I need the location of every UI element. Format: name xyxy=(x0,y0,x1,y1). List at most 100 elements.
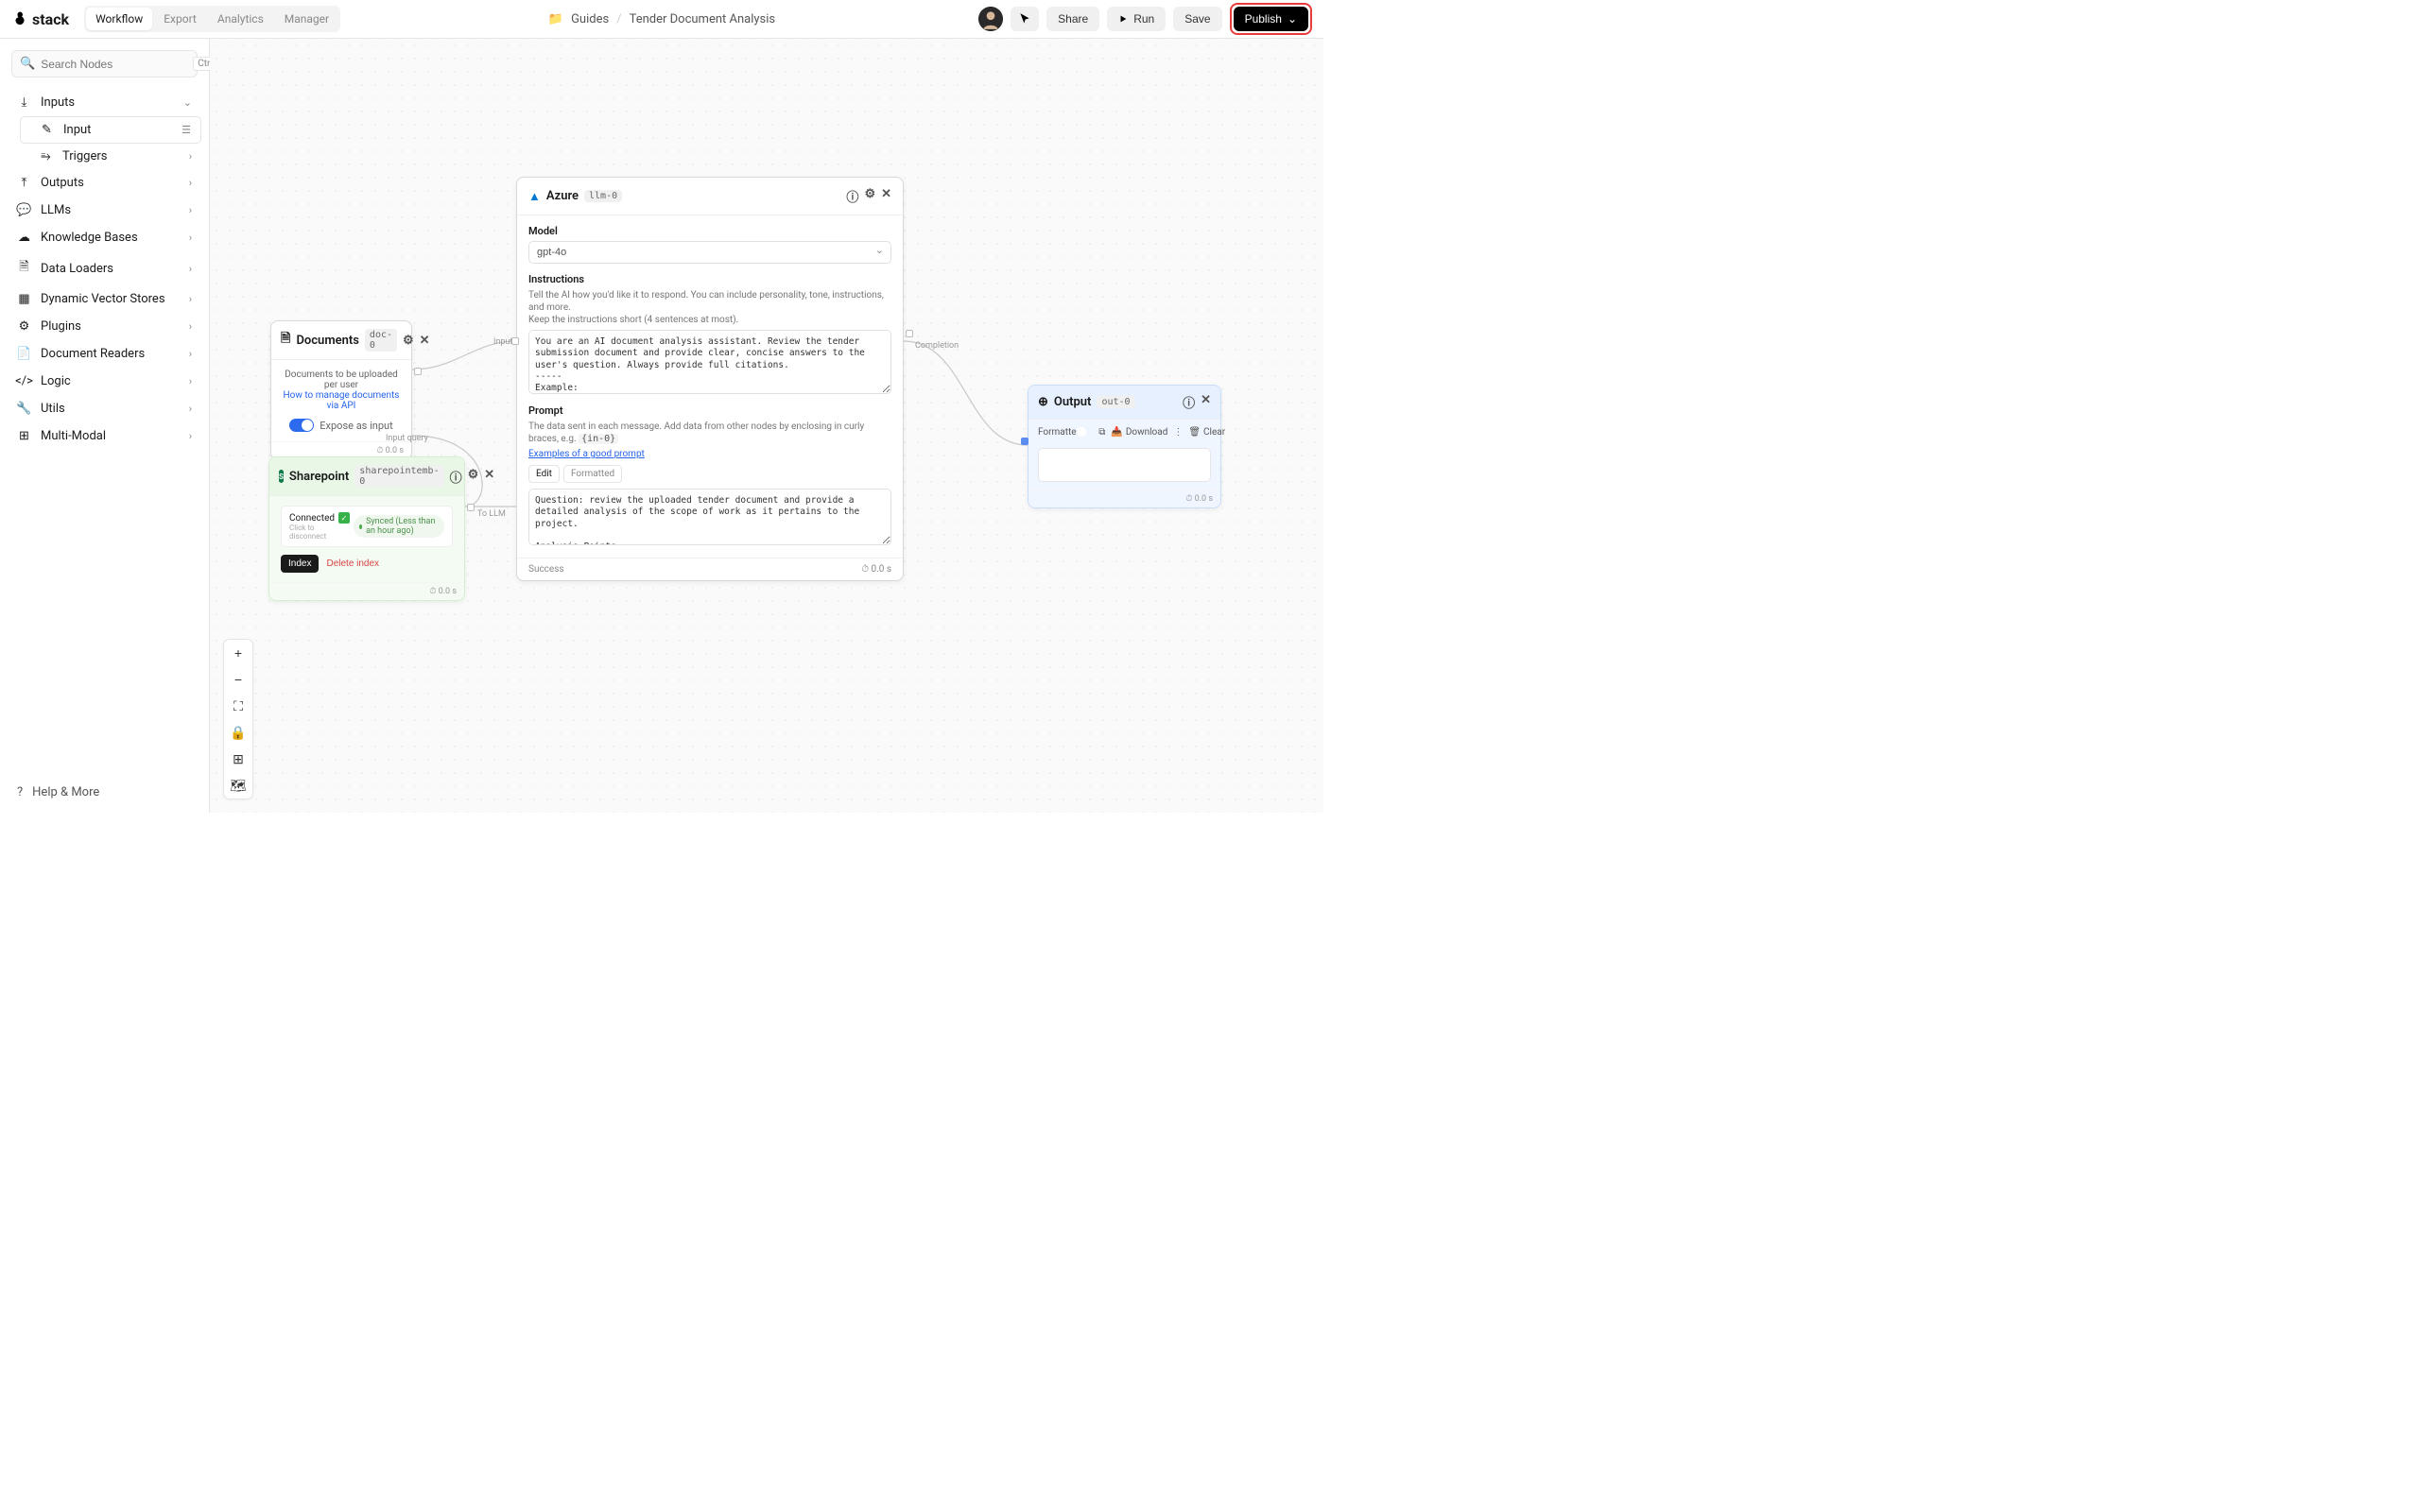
publish-button[interactable]: Publish ⌄ xyxy=(1234,7,1308,31)
publish-highlight: Publish ⌄ xyxy=(1230,3,1312,35)
azure-node[interactable]: ▲ Azure llm-0 ⓘ ⚙ ✕ Model gpt-4o Instruc… xyxy=(516,177,904,581)
port-dot[interactable] xyxy=(414,368,422,375)
node-time: ⏱ 0.0 s xyxy=(376,446,404,455)
sharepoint-icon: S xyxy=(279,470,284,483)
breadcrumb-folder[interactable]: Guides xyxy=(571,12,609,26)
port-dot[interactable] xyxy=(467,504,475,511)
sidebar-dvs[interactable]: ▦Dynamic Vector Stores› xyxy=(8,285,201,313)
zoom-out-button[interactable]: − xyxy=(224,666,252,693)
copy-icon[interactable]: ⧉ xyxy=(1098,427,1105,438)
fit-button[interactable]: ⛶ xyxy=(224,693,252,719)
check-icon: ✓ xyxy=(338,512,350,524)
node-title: Documents xyxy=(296,334,358,348)
help-link[interactable]: ? Help & More xyxy=(0,772,209,813)
clear-button[interactable]: 🗑 Clear xyxy=(1188,427,1225,438)
delete-index-button[interactable]: Delete index xyxy=(326,558,379,569)
prompt-help: The data sent in each message. Add data … xyxy=(528,421,891,445)
map-button[interactable]: 🗺 xyxy=(224,772,252,799)
sidebar-dataloaders[interactable]: 🗎Data Loaders› xyxy=(8,251,201,285)
download-button[interactable]: 📥 Download xyxy=(1111,427,1167,438)
save-button[interactable]: Save xyxy=(1173,7,1221,31)
breadcrumb: 📁 Guides / Tender Document Analysis xyxy=(548,12,775,26)
sidebar-input[interactable]: ✎Input☰ xyxy=(20,116,201,144)
sync-badge: Synced (Less than an hour ago) xyxy=(354,515,444,538)
prompt-textarea[interactable]: Question: review the uploaded tender doc… xyxy=(528,489,891,545)
user-avatar[interactable] xyxy=(978,7,1003,31)
sharepoint-node[interactable]: S Sharepoint sharepointemb-0 ⓘ ⚙ ✕ Conne… xyxy=(268,456,465,601)
breadcrumb-page[interactable]: Tender Document Analysis xyxy=(630,12,776,26)
port-dot[interactable] xyxy=(1021,438,1028,445)
sidebar-logic[interactable]: </>Logic› xyxy=(8,368,201,395)
breadcrumb-sep: / xyxy=(616,12,621,26)
info-icon[interactable]: ⓘ xyxy=(846,187,858,205)
instructions-textarea[interactable]: You are an AI document analysis assistan… xyxy=(528,330,891,394)
prompt-tab-edit[interactable]: Edit xyxy=(528,465,560,483)
sidebar-inputs[interactable]: ⤓Inputs⌄ xyxy=(8,89,201,116)
file-icon: 🗎 xyxy=(281,330,290,351)
tab-manager[interactable]: Manager xyxy=(275,8,338,30)
topbar-actions: Share Run Save Publish ⌄ xyxy=(978,3,1312,35)
gear-icon[interactable]: ⚙ xyxy=(864,187,875,205)
app-logo[interactable]: stack xyxy=(11,10,69,28)
node-desc: Documents to be uploaded per user xyxy=(283,369,400,390)
share-button[interactable]: Share xyxy=(1046,7,1099,31)
pencil-icon: ✎ xyxy=(40,123,54,137)
lock-button[interactable]: 🔒 xyxy=(224,719,252,746)
search-icon: 🔍 xyxy=(20,57,35,71)
zoom-controls: + − ⛶ 🔒 ⊞ 🗺 xyxy=(223,639,253,799)
node-time: ⏱ 0.0 s xyxy=(1185,494,1213,504)
expose-toggle[interactable] xyxy=(289,419,314,432)
view-tabs: Workflow Export Analytics Manager xyxy=(84,6,340,32)
instructions-label: Instructions xyxy=(528,273,891,285)
workflow-canvas[interactable]: 🗎 Documents doc-0 ⚙ ✕ Documents to be up… xyxy=(210,39,1323,813)
file-icon: 🗎 xyxy=(17,258,31,279)
zoom-in-button[interactable]: + xyxy=(224,640,252,666)
info-icon[interactable]: ⓘ xyxy=(1183,393,1195,411)
prompt-tab-formatted[interactable]: Formatted xyxy=(563,465,622,483)
search-box[interactable]: 🔍 CtrlK xyxy=(11,50,198,77)
node-tag: llm-0 xyxy=(584,190,622,202)
grid-icon: ▦ xyxy=(17,292,31,306)
sidebar-outputs[interactable]: ⤒Outputs› xyxy=(8,169,201,197)
document-icon: 📄 xyxy=(17,347,31,361)
tab-workflow[interactable]: Workflow xyxy=(86,8,152,30)
prompt-examples-link[interactable]: Examples of a good prompt xyxy=(528,449,891,459)
cursor-tool-button[interactable] xyxy=(1011,7,1039,31)
sidebar-kb[interactable]: ☁Knowledge Bases› xyxy=(8,224,201,251)
doc-api-link[interactable]: How to manage documents via API xyxy=(283,390,400,411)
close-icon[interactable]: ✕ xyxy=(1201,393,1211,411)
model-select[interactable]: gpt-4o xyxy=(528,241,891,264)
play-icon xyxy=(1118,14,1128,24)
close-icon[interactable]: ✕ xyxy=(420,334,430,348)
output-content xyxy=(1038,448,1211,482)
grid-button[interactable]: ⊞ xyxy=(224,746,252,772)
info-icon[interactable]: ⓘ xyxy=(450,468,462,486)
sidebar-multimodal[interactable]: ⊞Multi-Modal› xyxy=(8,422,201,450)
sidebar-llms[interactable]: 💬LLMs› xyxy=(8,197,201,224)
index-button[interactable]: Index xyxy=(281,555,319,573)
gear-icon[interactable]: ⚙ xyxy=(468,468,479,486)
sidebar: 🔍 CtrlK ⤓Inputs⌄ ✎Input☰ ⥱Triggers› ⤒Out… xyxy=(0,39,210,813)
tab-export[interactable]: Export xyxy=(154,8,206,30)
close-icon[interactable]: ✕ xyxy=(484,468,494,486)
close-icon[interactable]: ✕ xyxy=(881,187,891,205)
search-input[interactable] xyxy=(41,58,187,71)
port-label: Input query xyxy=(386,434,428,443)
output-icon: ⊕ xyxy=(1038,395,1048,409)
gear-icon[interactable]: ⚙ xyxy=(403,334,414,348)
upload-icon: ⤒ xyxy=(17,176,31,190)
folder-icon: 📁 xyxy=(548,12,563,26)
sidebar-plugins[interactable]: ⚙Plugins› xyxy=(8,313,201,340)
tab-analytics[interactable]: Analytics xyxy=(208,8,273,30)
port-label: Input xyxy=(493,337,512,347)
run-button[interactable]: Run xyxy=(1107,7,1166,31)
sidebar-docreaders[interactable]: 📄Document Readers› xyxy=(8,340,201,368)
port-label: To LLM xyxy=(477,509,506,519)
sidebar-utils[interactable]: 🔧Utils› xyxy=(8,395,201,422)
more-icon[interactable]: ⋮ xyxy=(1173,427,1183,438)
output-node[interactable]: ⊕ Output out-0 ⓘ ✕ Formatted ⧉ 📥 Downloa… xyxy=(1028,385,1221,508)
sidebar-triggers[interactable]: ⥱Triggers› xyxy=(20,144,201,169)
trigger-icon: ⥱ xyxy=(39,149,53,163)
menu-icon: ☰ xyxy=(182,124,191,136)
port-dot[interactable] xyxy=(906,330,913,337)
